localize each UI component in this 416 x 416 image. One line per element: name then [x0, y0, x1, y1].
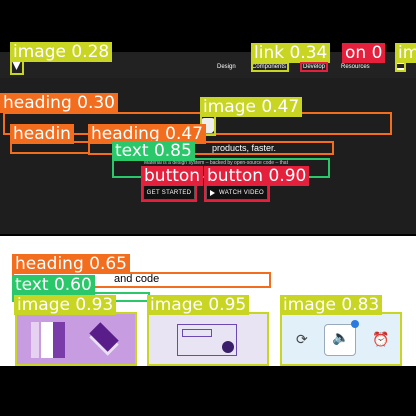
detection-label: image 0.47: [200, 97, 303, 117]
detection-label: text 0.60: [12, 275, 95, 295]
detection-label: image 0.95: [147, 295, 250, 315]
detection-label: image 0.93: [14, 295, 117, 315]
detection-label: heading 0.30: [0, 93, 118, 113]
detection-label: image 0.28: [10, 42, 113, 62]
nav-link-resources[interactable]: Resources: [341, 64, 370, 70]
detection-label: link 0.34: [251, 43, 331, 63]
detection-label: headin: [10, 124, 74, 144]
detection-box-image-card-1: [15, 312, 137, 366]
detection-box-button-develop: [300, 62, 328, 72]
detection-label: on 0: [342, 43, 386, 63]
detection-label: image 0.83: [280, 295, 383, 315]
detection-label: heading 0.65: [12, 254, 130, 274]
detection-label: button 0.90: [204, 166, 310, 186]
detection-box-image-card-2: [147, 312, 269, 366]
detection-box-link: [251, 62, 289, 72]
detection-box-image-card-3: [280, 312, 402, 366]
detection-label: im: [395, 43, 416, 63]
detection-label: text 0.85: [112, 141, 195, 161]
nav-link-design[interactable]: Design: [217, 64, 236, 70]
detection-label: button: [141, 166, 204, 186]
